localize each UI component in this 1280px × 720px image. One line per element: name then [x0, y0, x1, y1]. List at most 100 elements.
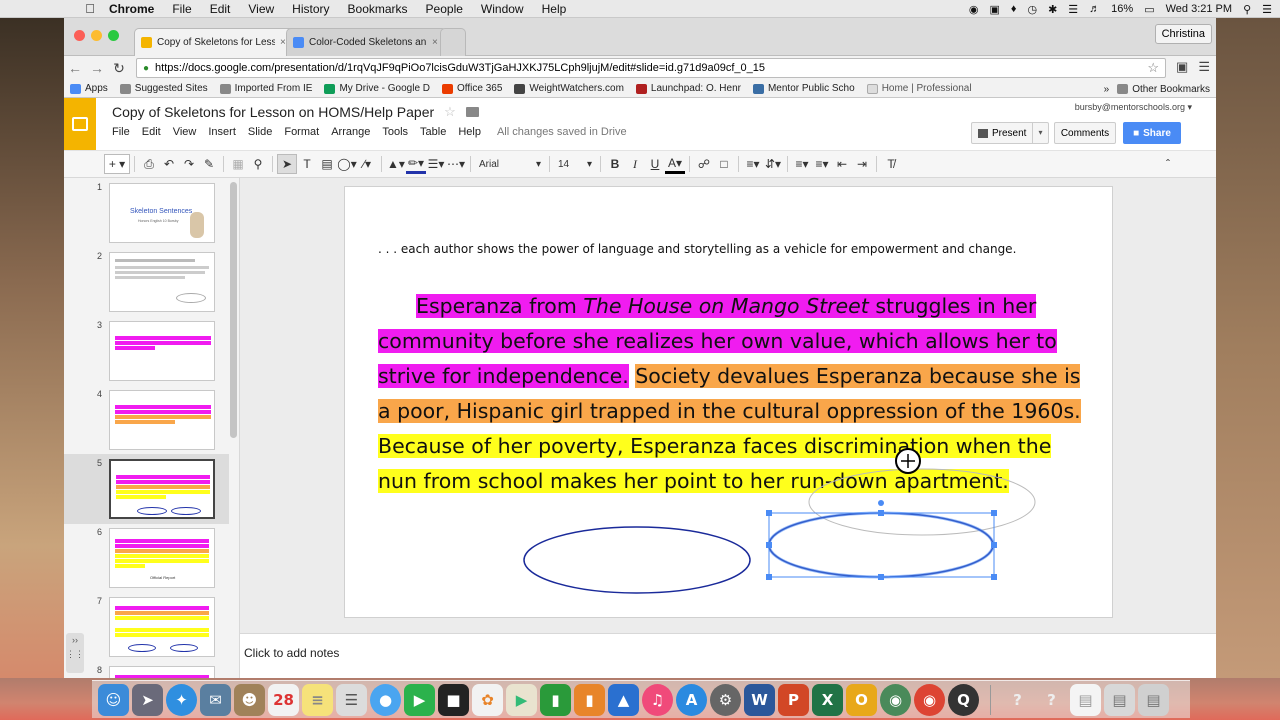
image-icon[interactable]: ▤: [317, 154, 337, 174]
menu-app[interactable]: Chrome: [100, 2, 163, 16]
safari-icon[interactable]: ✦: [166, 683, 197, 716]
zoom-icon[interactable]: ⚲: [248, 154, 268, 174]
maps-icon[interactable]: ▶: [506, 683, 537, 716]
slide-thumbnail-row[interactable]: 1 Skeleton Sentences Honors English 10 B…: [64, 178, 229, 248]
tab-slides-copy[interactable]: Copy of Skeletons for Less ×: [134, 28, 295, 56]
reload-icon[interactable]: ↻: [108, 60, 130, 77]
menu-history[interactable]: History: [283, 2, 338, 16]
menu-arrange[interactable]: Arrange: [331, 126, 370, 138]
resize-handle[interactable]: [766, 510, 772, 516]
slides-logo-icon[interactable]: [64, 98, 96, 150]
chrome-icon[interactable]: ◉: [914, 683, 945, 716]
zoom-window-button[interactable]: [108, 30, 119, 41]
ibooks-icon[interactable]: ▮: [574, 683, 605, 716]
powerpoint-icon[interactable]: P: [778, 683, 809, 716]
increase-indent-icon[interactable]: ⇥: [852, 154, 872, 174]
reminders-icon[interactable]: ☰: [336, 683, 367, 716]
resize-handle[interactable]: [766, 574, 772, 580]
back-icon[interactable]: ←: [64, 60, 86, 76]
menu-slide[interactable]: Slide: [248, 126, 272, 138]
font-select[interactable]: Arial ▾: [475, 154, 545, 174]
font-size-select[interactable]: 14 ▾: [554, 154, 596, 174]
comment-icon[interactable]: □: [714, 154, 734, 174]
slide-thumbnail-row[interactable]: 2: [64, 247, 229, 317]
bulleted-list-icon[interactable]: ≡▾: [812, 154, 832, 174]
menu-help[interactable]: Help: [458, 126, 481, 138]
messages-icon[interactable]: ●: [370, 683, 401, 716]
dropbox-icon[interactable]: ♦: [1011, 3, 1017, 15]
slide-thumbnail[interactable]: [109, 459, 215, 519]
apple-icon[interactable]: : [80, 1, 100, 16]
ellipse-shape[interactable]: [523, 526, 751, 594]
quicktime-icon[interactable]: Q: [948, 683, 979, 716]
text-color-icon[interactable]: A▾: [665, 154, 685, 174]
globe-icon[interactable]: ◉: [880, 683, 911, 716]
collapse-toolbar-icon[interactable]: ˆ: [1158, 154, 1178, 174]
battery-percent[interactable]: 16%: [1111, 3, 1133, 15]
close-window-button[interactable]: [74, 30, 85, 41]
notes-icon[interactable]: ≡: [302, 683, 333, 716]
mail-icon[interactable]: ✉: [200, 683, 231, 716]
clock[interactable]: Wed 3:21 PM: [1166, 3, 1232, 15]
bookmark-other-bookmarks[interactable]: Other Bookmarks: [1117, 84, 1210, 95]
bookmark-imported-from-ie[interactable]: Imported From IE: [214, 83, 319, 94]
folder-icon[interactable]: [465, 107, 479, 117]
undo-icon[interactable]: ↶: [159, 154, 179, 174]
slide-thumbnail[interactable]: [109, 390, 215, 450]
chrome-menu-icon[interactable]: ☰: [1198, 59, 1210, 75]
print-icon[interactable]: ⎙: [139, 154, 159, 174]
menu-file[interactable]: File: [163, 2, 200, 16]
share-button[interactable]: ■ Share: [1123, 122, 1181, 144]
bookmark-star-icon[interactable]: ☆: [1147, 60, 1159, 76]
slide-canvas[interactable]: . . . each author shows the power of lan…: [344, 186, 1113, 618]
bookmark-suggested-sites[interactable]: Suggested Sites: [114, 83, 214, 94]
spotlight-icon[interactable]: ⚲: [1243, 3, 1251, 16]
volume-icon[interactable]: ♬: [1089, 3, 1100, 15]
underline-icon[interactable]: U: [645, 154, 665, 174]
menu-bookmarks[interactable]: Bookmarks: [339, 2, 417, 16]
resize-handle[interactable]: [991, 510, 997, 516]
present-options-dropdown[interactable]: ▾: [1032, 123, 1048, 143]
outlook-icon[interactable]: O: [846, 683, 877, 716]
help-icon[interactable]: ?: [1036, 684, 1067, 716]
app-store-icon[interactable]: A: [676, 683, 707, 716]
text-box-icon[interactable]: T: [297, 154, 317, 174]
resize-handle[interactable]: [766, 542, 772, 548]
tab-color-coded[interactable]: Color-Coded Skeletons an ×: [286, 28, 447, 56]
present-button[interactable]: Present ▾: [971, 122, 1049, 144]
minimize-window-button[interactable]: [91, 30, 102, 41]
slide-thumbnail-row-selected[interactable]: 5: [64, 454, 229, 524]
comments-button[interactable]: Comments: [1054, 122, 1116, 144]
bookmark-home-professional[interactable]: Home | Professional: [861, 83, 978, 94]
photos-icon[interactable]: ✿: [472, 683, 503, 716]
close-tab-icon[interactable]: ×: [432, 37, 438, 48]
battery-icon[interactable]: ▭: [1144, 3, 1154, 16]
numbered-list-icon[interactable]: ≡▾: [792, 154, 812, 174]
slide-thumbnail[interactable]: [109, 252, 215, 312]
menu-insert[interactable]: Insert: [208, 126, 236, 138]
extension-icon[interactable]: ▣: [1176, 59, 1188, 75]
menu-file[interactable]: File: [112, 126, 130, 138]
finder-icon[interactable]: ☺: [98, 683, 129, 716]
resize-handle[interactable]: [991, 542, 997, 548]
resize-handle[interactable]: [878, 574, 884, 580]
slide-thumbnail-row[interactable]: 6 Official Report: [64, 523, 229, 593]
notification-center-icon[interactable]: ☰: [1262, 3, 1272, 16]
speaker-notes[interactable]: Click to add notes: [240, 633, 1216, 678]
word-icon[interactable]: W: [744, 683, 775, 716]
menu-edit[interactable]: Edit: [201, 2, 240, 16]
doc-title[interactable]: Copy of Skeletons for Lesson on HOMS/Hel…: [112, 104, 434, 120]
new-tab-button[interactable]: [440, 28, 466, 56]
bold-icon[interactable]: B: [605, 154, 625, 174]
screen-capture-icon[interactable]: ▣: [989, 3, 999, 16]
menu-view[interactable]: View: [173, 126, 197, 138]
photo-booth-icon[interactable]: ■: [438, 683, 469, 716]
slide-thumbnail[interactable]: Skeleton Sentences Honors English 10 Bur…: [109, 183, 215, 243]
border-dash-icon[interactable]: ⋯▾: [446, 154, 466, 174]
bookmark-office-365[interactable]: Office 365: [436, 83, 508, 94]
system-preferences-icon[interactable]: ⚙: [710, 683, 741, 716]
close-tab-icon[interactable]: ×: [280, 37, 286, 48]
account-email[interactable]: bursby@mentorschools.org ▾: [1075, 102, 1192, 113]
zoom-fit-icon[interactable]: ▦: [228, 154, 248, 174]
slide-thumbnail-row[interactable]: 7: [64, 592, 229, 662]
